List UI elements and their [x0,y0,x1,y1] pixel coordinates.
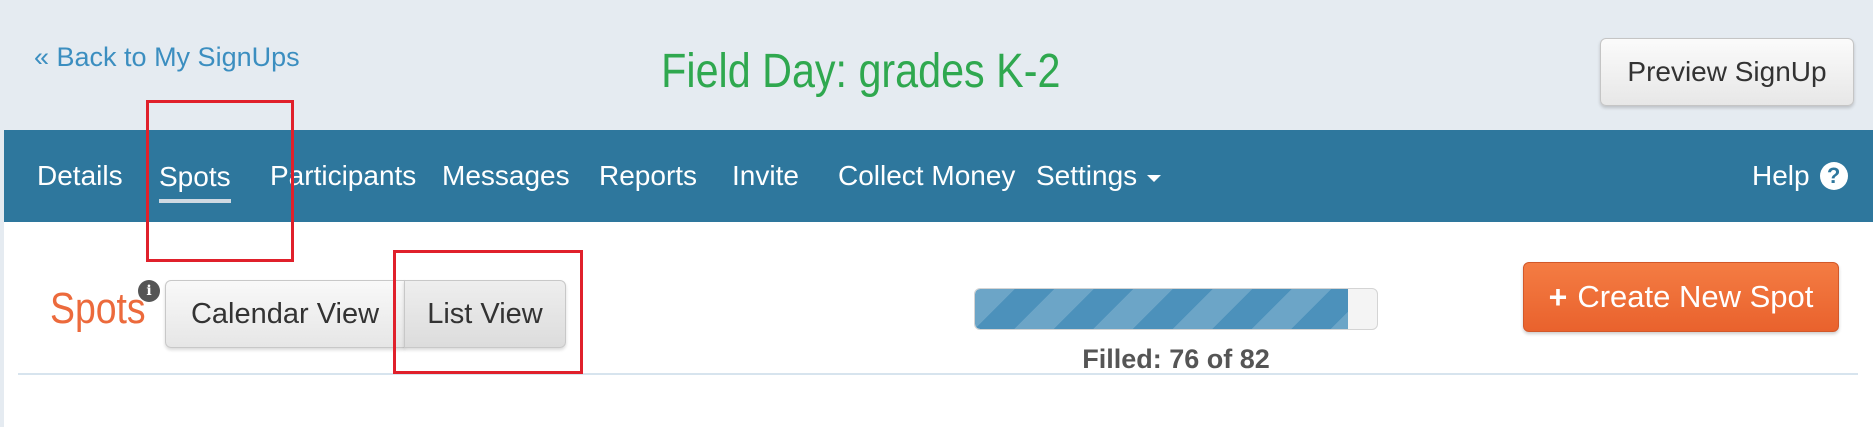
page: « Back to My SignUps Field Day: grades K… [0,0,1873,427]
create-new-spot-label: Create New Spot [1577,279,1814,314]
spots-panel: Spots i Calendar View List View Filled: … [4,222,1873,427]
tab-details-label: Details [37,160,123,191]
tab-settings[interactable]: Settings [1036,130,1162,222]
help-label: Help [1752,160,1810,191]
tab-messages[interactable]: Messages [442,130,570,222]
chevron-down-icon [1147,174,1162,182]
preview-signup-button[interactable]: Preview SignUp [1600,38,1854,106]
plus-icon: + [1548,278,1568,315]
tab-collect-money[interactable]: Collect Money [838,130,1015,222]
spots-heading: Spots [50,284,146,333]
tab-settings-label: Settings [1036,160,1138,191]
tab-participants-label: Participants [270,160,417,191]
filled-progress-bar [974,288,1378,330]
help-link[interactable]: Help ? [1752,130,1848,222]
back-to-signups-link[interactable]: « Back to My SignUps [34,42,300,73]
section-divider [18,373,1858,375]
question-circle-icon: ? [1819,162,1848,190]
list-view-button[interactable]: List View [404,280,566,348]
tab-spots-label: Spots [159,161,231,203]
tab-collect-money-label: Collect Money [838,160,1016,191]
main-nav: Details Spots Participants Messages Repo… [4,130,1873,222]
tab-details[interactable]: Details [37,130,123,222]
page-title: Field Day: grades K-2 [661,45,1061,98]
filled-count-label: Filled: 76 of 82 [1082,344,1270,374]
tab-reports-label: Reports [599,160,698,191]
tab-participants[interactable]: Participants [270,130,416,222]
tab-messages-label: Messages [442,160,570,191]
tab-invite[interactable]: Invite [732,130,799,222]
progress-fill [975,289,1348,329]
tab-invite-label: Invite [732,160,799,191]
tab-spots[interactable]: Spots [159,130,231,222]
create-new-spot-button[interactable]: + Create New Spot [1523,262,1839,332]
calendar-view-button[interactable]: Calendar View [165,280,405,348]
info-icon[interactable]: i [138,280,160,302]
tab-reports[interactable]: Reports [599,130,697,222]
top-header: « Back to My SignUps Field Day: grades K… [0,0,1873,130]
